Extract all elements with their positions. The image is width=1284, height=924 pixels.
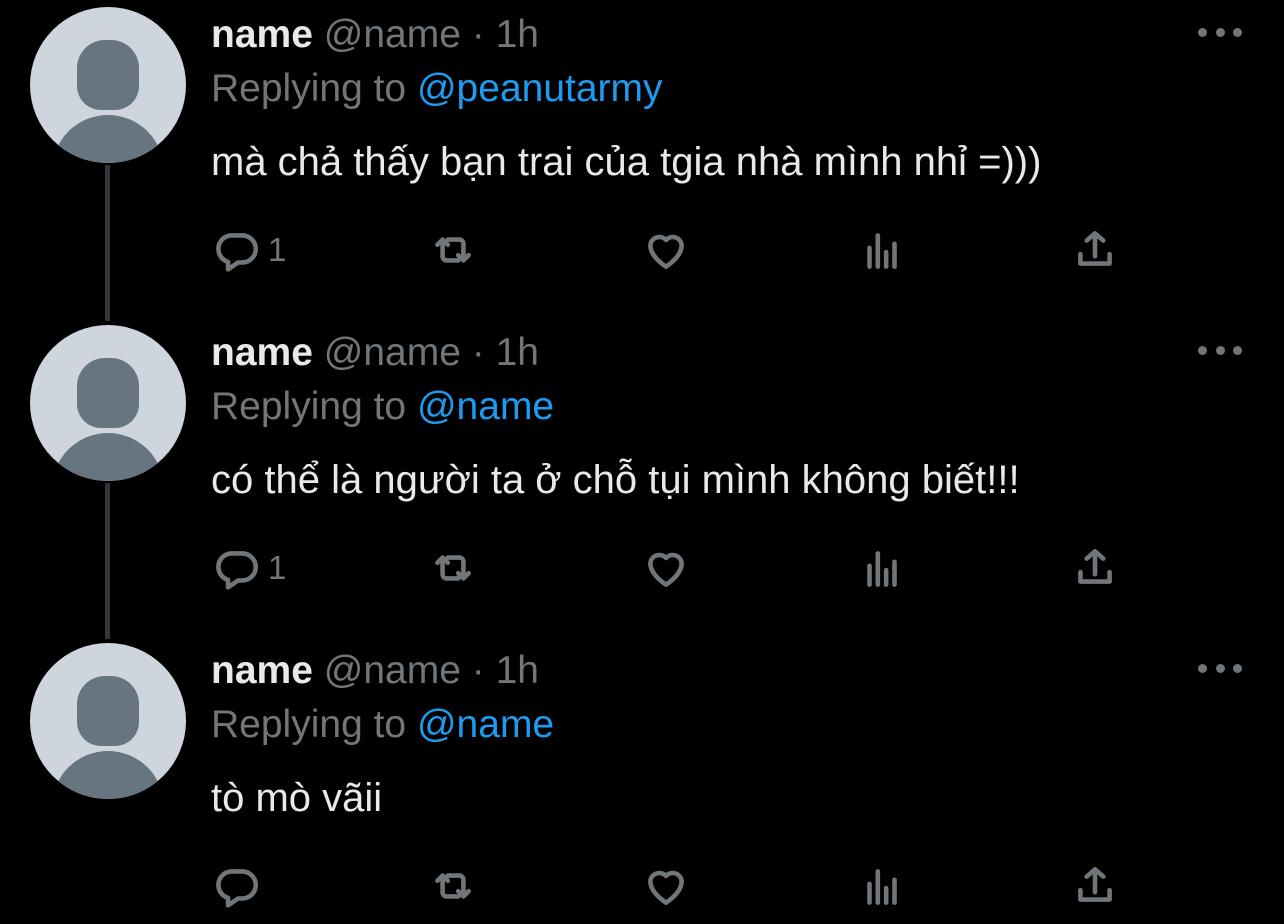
retweet-button[interactable] <box>428 224 478 276</box>
tweet[interactable]: name @name · 1h Replying to @name có thể… <box>0 318 1284 636</box>
user-handle[interactable]: @name <box>324 331 461 374</box>
avatar-body-shape <box>52 115 164 163</box>
replying-to-mention[interactable]: @peanutarmy <box>417 67 663 110</box>
separator-dot: · <box>471 331 485 374</box>
analytics-icon <box>867 233 897 269</box>
timestamp[interactable]: 1h <box>496 649 539 692</box>
tweet-text: có thể là người ta ở chỗ tụi mình không … <box>211 458 1020 502</box>
reply-thread: name @name · 1h Replying to @peanutarmy … <box>0 0 1284 924</box>
analytics-icon <box>867 551 897 587</box>
retweet-icon <box>435 237 471 263</box>
display-name[interactable]: name <box>211 331 313 374</box>
like-button[interactable] <box>641 542 691 594</box>
tweet[interactable]: name @name · 1h Replying to @name tò mò … <box>0 636 1284 924</box>
action-bar <box>0 860 1284 912</box>
heart-icon <box>648 234 684 269</box>
reply-icon <box>216 233 259 272</box>
reply-icon <box>216 551 259 590</box>
share-button[interactable] <box>1070 860 1120 912</box>
avatar-body-shape <box>52 751 164 799</box>
like-button[interactable] <box>641 224 691 276</box>
replying-to-label: Replying to <box>211 385 407 428</box>
reply-icon <box>216 869 259 908</box>
retweet-button[interactable] <box>428 542 478 594</box>
timestamp[interactable]: 1h <box>496 13 539 56</box>
replying-to: Replying to @name <box>211 384 554 430</box>
reply-count: 1 <box>268 231 287 268</box>
reply-count: 1 <box>268 549 287 586</box>
reply-button[interactable]: 1 <box>212 542 286 594</box>
timestamp[interactable]: 1h <box>496 331 539 374</box>
avatar-head-shape <box>77 40 139 110</box>
replying-to-mention[interactable]: @name <box>417 703 554 746</box>
share-icon <box>1078 231 1112 266</box>
retweet-button[interactable] <box>428 860 478 912</box>
reply-button[interactable] <box>212 860 268 912</box>
replying-to-mention[interactable]: @name <box>417 385 554 428</box>
avatar[interactable] <box>30 325 186 481</box>
share-button[interactable] <box>1070 542 1120 594</box>
tweet-header: name @name · 1h <box>211 12 539 58</box>
tweet-text: tò mò vãii <box>211 776 383 820</box>
retweet-icon <box>435 873 471 899</box>
action-bar: 1 <box>0 542 1284 594</box>
analytics-icon <box>867 869 897 905</box>
avatar-head-shape <box>77 358 139 428</box>
more-dots-icon[interactable] <box>1198 17 1242 47</box>
tweet-text: mà chả thấy bạn trai của tgia nhà mình n… <box>211 140 1042 184</box>
retweet-icon <box>435 555 471 581</box>
tweet-header: name @name · 1h <box>211 330 539 376</box>
views-button[interactable] <box>857 542 907 594</box>
display-name[interactable]: name <box>211 13 313 56</box>
share-icon <box>1078 867 1112 902</box>
reply-button[interactable]: 1 <box>212 224 286 276</box>
like-button[interactable] <box>641 860 691 912</box>
separator-dot: · <box>471 13 485 56</box>
views-button[interactable] <box>857 224 907 276</box>
separator-dot: · <box>471 649 485 692</box>
share-button[interactable] <box>1070 224 1120 276</box>
replying-to-label: Replying to <box>211 67 407 110</box>
replying-to: Replying to @name <box>211 702 554 748</box>
share-icon <box>1078 549 1112 584</box>
views-button[interactable] <box>857 860 907 912</box>
tweet-header: name @name · 1h <box>211 648 539 694</box>
avatar[interactable] <box>30 643 186 799</box>
avatar-body-shape <box>52 433 164 481</box>
action-bar: 1 <box>0 224 1284 276</box>
replying-to-label: Replying to <box>211 703 407 746</box>
replying-to: Replying to @peanutarmy <box>211 66 663 112</box>
tweet[interactable]: name @name · 1h Replying to @peanutarmy … <box>0 0 1284 318</box>
avatar-head-shape <box>77 676 139 746</box>
user-handle[interactable]: @name <box>324 13 461 56</box>
heart-icon <box>648 552 684 587</box>
more-dots-icon[interactable] <box>1198 653 1242 683</box>
avatar[interactable] <box>30 7 186 163</box>
more-dots-icon[interactable] <box>1198 335 1242 365</box>
user-handle[interactable]: @name <box>324 649 461 692</box>
heart-icon <box>648 870 684 905</box>
display-name[interactable]: name <box>211 649 313 692</box>
